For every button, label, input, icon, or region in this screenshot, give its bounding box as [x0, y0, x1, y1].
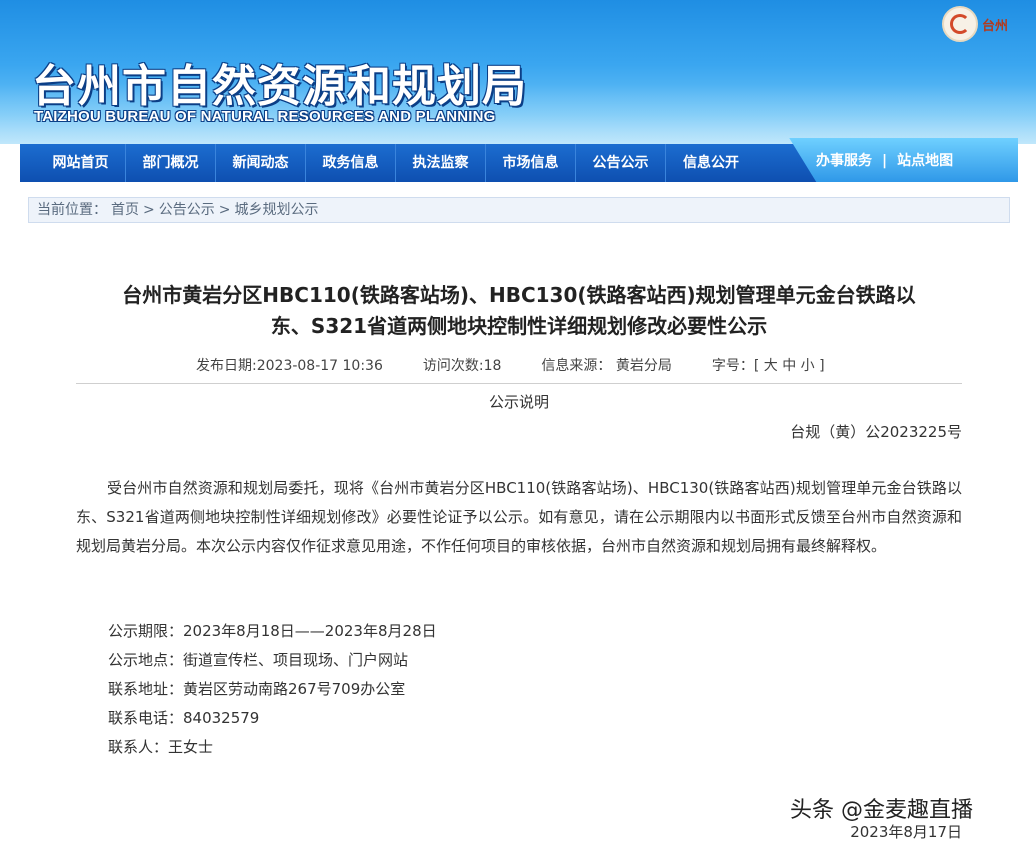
breadcrumb: 当前位置： 首页 > 公告公示 > 城乡规划公示 [28, 197, 1010, 223]
breadcrumb-planning[interactable]: 城乡规划公示 [234, 202, 318, 218]
breadcrumb-home[interactable]: 首页 [111, 202, 139, 218]
nav-item-news[interactable]: 新闻动态 [216, 144, 306, 182]
notice-label: 公示说明 [488, 393, 549, 411]
article-meta: 发布日期:2023-08-17 10:36 访问次数:18 信息来源： 黄岩分局 字号… [196, 355, 865, 375]
info-address: 联系地址：黄岩区劳动南路267号709办公室 [108, 680, 406, 698]
breadcrumb-separator: > [218, 202, 231, 218]
breadcrumb-announcements[interactable]: 公告公示 [159, 202, 215, 218]
site-subtitle: TAIZHOU BUREAU OF NATURAL RESOURCES AND … [34, 108, 496, 125]
font-size-control: 字号：[ 大 中 小 ] [712, 358, 825, 374]
font-size-options[interactable]: [ 大 中 小 ] [754, 358, 825, 374]
header-banner: 台州市自然资源和规划局 TAIZHOU BUREAU OF NATURAL RE… [0, 0, 1036, 144]
breadcrumb-label: 当前位置： [37, 202, 107, 218]
info-period: 公示期限：2023年8月18日——2023年8月28日 [108, 622, 437, 640]
logo-text: 台州 [982, 18, 1009, 34]
nav-item-government-info[interactable]: 政务信息 [306, 144, 396, 182]
document-number: 台规（黄）公2023225号 [790, 423, 962, 441]
publish-date: 发布日期:2023-08-17 10:36 [196, 358, 383, 374]
info-location: 公示地点：街道宣传栏、项目现场、门户网站 [108, 651, 409, 669]
breadcrumb-separator: > [143, 202, 155, 218]
info-source: 信息来源： 黄岩分局 [541, 358, 672, 374]
article-title: 台州市黄岩分区HBC110(铁路客站场)、HBC130(铁路客站西)规划管理单元… [76, 280, 962, 342]
nav-link-sitemap[interactable]: 站点地图 [897, 150, 953, 170]
article-body: 受台州市自然资源和规划局委托，现将《台州市黄岩分区HBC110(铁路客站场)、H… [76, 479, 962, 555]
nav-item-announcements[interactable]: 公告公示 [576, 144, 666, 182]
nav-separator: | [882, 153, 888, 169]
article-title-line1: 台州市黄岩分区HBC110(铁路客站场)、HBC130(铁路客站西)规划管理单元… [122, 283, 916, 307]
sign-date: 2023年8月17日 [850, 823, 962, 841]
info-contact: 联系人：王女士 [108, 738, 214, 756]
nav-item-department[interactable]: 部门概况 [126, 144, 216, 182]
nav-link-services[interactable]: 办事服务 [816, 150, 872, 170]
divider [76, 383, 962, 384]
nav-item-law-enforcement[interactable]: 执法监察 [396, 144, 486, 182]
nav-item-market-info[interactable]: 市场信息 [486, 144, 576, 182]
article-title-line2: 东、S321省道两侧地块控制性详细规划修改必要性公示 [270, 314, 768, 338]
info-phone: 联系电话：84032579 [108, 709, 260, 727]
site-title: 台州市自然资源和规划局 [32, 61, 527, 112]
watermark: 头条 @金麦趣直播 [790, 798, 973, 823]
nav-item-info-disclosure[interactable]: 信息公开 [666, 144, 756, 182]
nav-item-home[interactable]: 网站首页 [36, 144, 126, 182]
nav-right-links: 办事服务 | 站点地图 [816, 150, 953, 170]
taizhou-logo-icon [942, 6, 978, 42]
font-size-label: 字号： [711, 358, 754, 374]
taizhou-logo[interactable]: 台州 [942, 6, 1026, 42]
visit-count: 访问次数:18 [422, 358, 502, 374]
